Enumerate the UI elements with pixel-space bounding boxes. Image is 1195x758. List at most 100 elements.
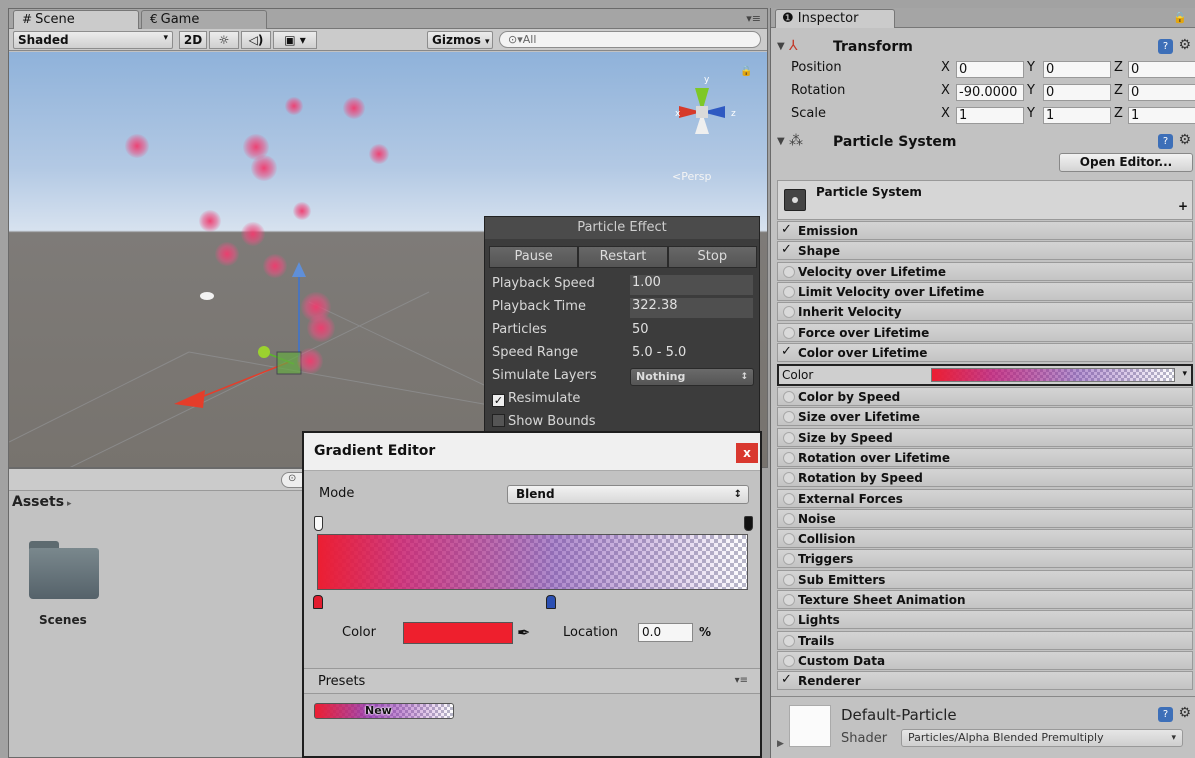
lock-icon[interactable]: 🔒 <box>1173 11 1187 24</box>
gradient-editor-titlebar[interactable]: Gradient Editor x <box>304 433 760 471</box>
gear-icon[interactable]: ⚙ <box>1178 705 1191 721</box>
module-limit-velocity-over-lifetime[interactable]: Limit Velocity over Lifetime <box>777 281 1193 301</box>
mode-dropdown[interactable]: Blend ↕ <box>507 485 749 504</box>
module-emission[interactable]: ✓ Emission <box>777 221 1193 240</box>
checkbox-unchecked-icon[interactable] <box>781 572 795 586</box>
module-inherit-velocity[interactable]: Inherit Velocity <box>777 302 1193 322</box>
module-custom-data[interactable]: Custom Data <box>777 650 1193 670</box>
particle-system-header[interactable]: ▼ ⁂ Particle System ? ⚙ <box>771 131 1195 155</box>
rotation-handle[interactable] <box>258 346 270 358</box>
z-axis-label[interactable]: Z <box>1114 83 1123 98</box>
checkbox-unchecked-icon[interactable] <box>781 389 795 403</box>
folder-icon[interactable] <box>29 541 99 599</box>
gear-icon[interactable]: ⚙ <box>1178 37 1191 53</box>
module-size-over-lifetime[interactable]: Size over Lifetime <box>777 407 1193 427</box>
checkbox-unchecked-icon[interactable] <box>781 284 795 298</box>
checkbox-unchecked-icon[interactable] <box>781 653 795 667</box>
particle-system-main-module[interactable]: Particle System + <box>777 180 1193 220</box>
checkbox-checked-icon[interactable]: ✓ <box>781 344 795 359</box>
foldout-arrow-icon[interactable]: ▶ <box>777 739 784 749</box>
color-swatch[interactable] <box>403 622 513 644</box>
orientation-gizmo[interactable]: x y z <box>675 75 736 134</box>
rotation-y-field[interactable]: 0 <box>1043 84 1111 101</box>
tab-inspector[interactable]: ❶ Inspector <box>775 9 895 28</box>
playback-time-field[interactable]: 322.38 <box>630 298 753 318</box>
preset-swatch[interactable]: New <box>314 703 454 719</box>
module-collision[interactable]: Collision <box>777 529 1193 549</box>
module-velocity-over-lifetime[interactable]: Velocity over Lifetime <box>777 261 1193 281</box>
x-axis-label[interactable]: X <box>941 106 950 121</box>
color-over-lifetime-field[interactable]: Color ▾ <box>777 364 1193 386</box>
checkbox-unchecked-icon[interactable] <box>781 325 795 339</box>
location-input[interactable]: 0.0 <box>638 623 693 642</box>
checkbox-checked-icon[interactable]: ✓ <box>781 673 795 687</box>
rotation-x-field[interactable]: -90.0000 <box>956 84 1024 101</box>
add-module-icon[interactable]: + <box>1178 199 1188 213</box>
shading-mode-dropdown[interactable]: Shaded ▾ <box>13 31 173 49</box>
checkbox-unchecked-icon[interactable] <box>781 450 795 464</box>
module-texture-sheet-animation[interactable]: Texture Sheet Animation <box>777 590 1193 609</box>
help-book-icon[interactable]: ? <box>1158 39 1173 54</box>
module-renderer[interactable]: ✓ Renderer <box>777 671 1193 691</box>
checkbox-unchecked-icon[interactable] <box>781 531 795 546</box>
window-menu-icon[interactable]: ▾≡ <box>746 12 761 25</box>
checkbox-unchecked-icon[interactable] <box>781 612 795 627</box>
scale-x-field[interactable]: 1 <box>956 107 1024 124</box>
shader-dropdown[interactable]: Particles/Alpha Blended Premultiply ▾ <box>901 729 1183 747</box>
module-rotation-by-speed[interactable]: Rotation by Speed <box>777 468 1193 488</box>
assets-breadcrumb[interactable]: Assets ▸ <box>12 494 72 510</box>
chevron-down-icon[interactable]: ▾ <box>1182 369 1187 379</box>
tab-game[interactable]: € Game <box>141 10 267 29</box>
show-bounds-toggle[interactable]: Show Bounds <box>492 414 596 429</box>
material-thumbnail[interactable] <box>789 705 831 747</box>
module-force-over-lifetime[interactable]: Force over Lifetime <box>777 322 1193 342</box>
z-axis-label[interactable]: Z <box>1114 106 1123 121</box>
checkbox-unchecked-icon[interactable] <box>492 414 505 427</box>
lighting-toggle-icon[interactable]: ☼ <box>209 31 239 49</box>
z-axis-label[interactable]: Z <box>1114 60 1123 75</box>
stop-button[interactable]: Stop <box>667 246 757 268</box>
gear-icon[interactable]: ⚙ <box>1178 132 1191 148</box>
checkbox-unchecked-icon[interactable] <box>781 304 795 319</box>
open-editor-button[interactable]: Open Editor... <box>1059 153 1193 172</box>
module-lights[interactable]: Lights <box>777 610 1193 630</box>
module-sub-emitters[interactable]: Sub Emitters <box>777 569 1193 589</box>
position-y-field[interactable]: 0 <box>1043 61 1111 78</box>
pause-button[interactable]: Pause <box>489 246 579 268</box>
module-external-forces[interactable]: External Forces <box>777 488 1193 508</box>
module-trails[interactable]: Trails <box>777 630 1193 650</box>
checkbox-unchecked-icon[interactable] <box>781 592 795 606</box>
module-shape[interactable]: ✓ Shape <box>777 241 1193 261</box>
foldout-arrow-icon[interactable]: ▼ <box>777 41 785 52</box>
checkbox-unchecked-icon[interactable] <box>781 491 795 505</box>
scene-search-input[interactable]: ⊙▾All <box>499 31 761 48</box>
module-color-by-speed[interactable]: Color by Speed <box>777 387 1193 406</box>
x-axis-label[interactable]: X <box>941 83 950 98</box>
module-size-by-speed[interactable]: Size by Speed <box>777 427 1193 447</box>
gradient-field-swatch[interactable] <box>931 368 1175 382</box>
gizmo-lock-icon[interactable]: 🔒 <box>740 65 752 77</box>
scale-z-field[interactable]: 1 <box>1128 107 1195 124</box>
position-z-field[interactable]: 0 <box>1128 61 1195 78</box>
alpha-key-end[interactable] <box>744 516 753 531</box>
color-key-start[interactable] <box>313 595 323 609</box>
foldout-arrow-icon[interactable]: ▼ <box>777 136 785 147</box>
x-axis-arrow[interactable] <box>174 390 205 408</box>
checkbox-checked-icon[interactable]: ✓ <box>492 394 505 407</box>
folder-label[interactable]: Scenes <box>39 613 87 627</box>
effects-toggle-icon[interactable]: ▣ ▾ <box>273 31 317 49</box>
simulate-layers-dropdown[interactable]: Nothing ↕ <box>630 368 754 386</box>
checkbox-checked-icon[interactable]: ✓ <box>781 243 795 257</box>
checkbox-unchecked-icon[interactable] <box>781 264 795 278</box>
audio-toggle-icon[interactable]: ◁) <box>241 31 271 49</box>
gizmos-dropdown[interactable]: Gizmos ▾ <box>427 31 493 49</box>
transform-header[interactable]: ▼ ⅄ Transform ? ⚙ <box>771 36 1195 60</box>
gradient-preview-bar[interactable] <box>317 534 748 590</box>
restart-button[interactable]: Restart <box>578 246 668 268</box>
y-axis-label[interactable]: Y <box>1027 60 1035 75</box>
toggle-2d-button[interactable]: 2D <box>179 31 207 49</box>
module-triggers[interactable]: Triggers <box>777 549 1193 569</box>
module-noise[interactable]: Noise <box>777 508 1193 528</box>
rotation-z-field[interactable]: 0 <box>1128 84 1195 101</box>
module-rotation-over-lifetime[interactable]: Rotation over Lifetime <box>777 447 1193 467</box>
